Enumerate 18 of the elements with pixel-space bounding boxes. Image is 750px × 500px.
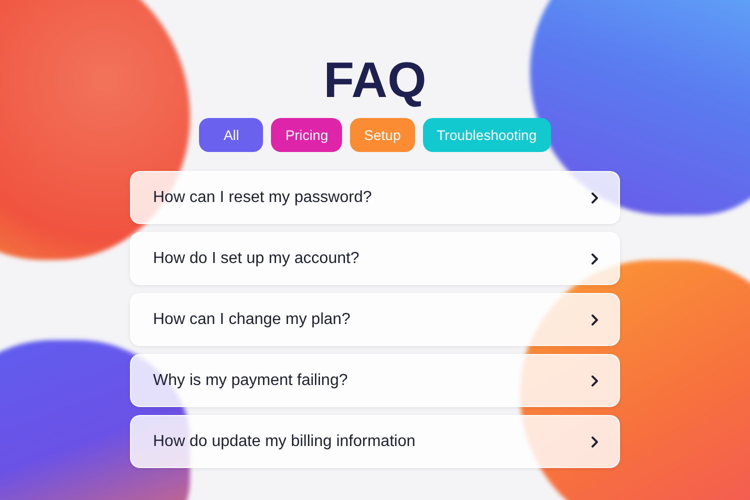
question-text: How do I set up my account? bbox=[153, 250, 360, 268]
chevron-right-icon bbox=[591, 374, 599, 386]
chevron-right-icon bbox=[591, 436, 599, 448]
faq-item[interactable]: Why is my payment failing? bbox=[130, 354, 620, 407]
faq-item[interactable]: How can I reset my password? bbox=[130, 171, 620, 224]
category-tab[interactable]: All bbox=[199, 118, 264, 152]
chevron-right-icon bbox=[591, 192, 599, 204]
question-text: Why is my payment failing? bbox=[153, 372, 348, 390]
category-tab[interactable]: Pricing bbox=[271, 118, 342, 152]
question-text: How can I reset my password? bbox=[153, 188, 372, 206]
page-title: FAQ bbox=[324, 52, 426, 108]
faq-item[interactable]: How do update my billing information bbox=[130, 415, 620, 468]
chevron-right-icon bbox=[591, 314, 599, 326]
question-text: How can I change my plan? bbox=[153, 310, 350, 328]
question-text: How do update my billing information bbox=[153, 432, 416, 450]
faq-item[interactable]: How do I set up my account? bbox=[130, 232, 620, 285]
faq-item[interactable]: How can I change my plan? bbox=[130, 293, 620, 346]
chevron-right-icon bbox=[591, 252, 599, 264]
